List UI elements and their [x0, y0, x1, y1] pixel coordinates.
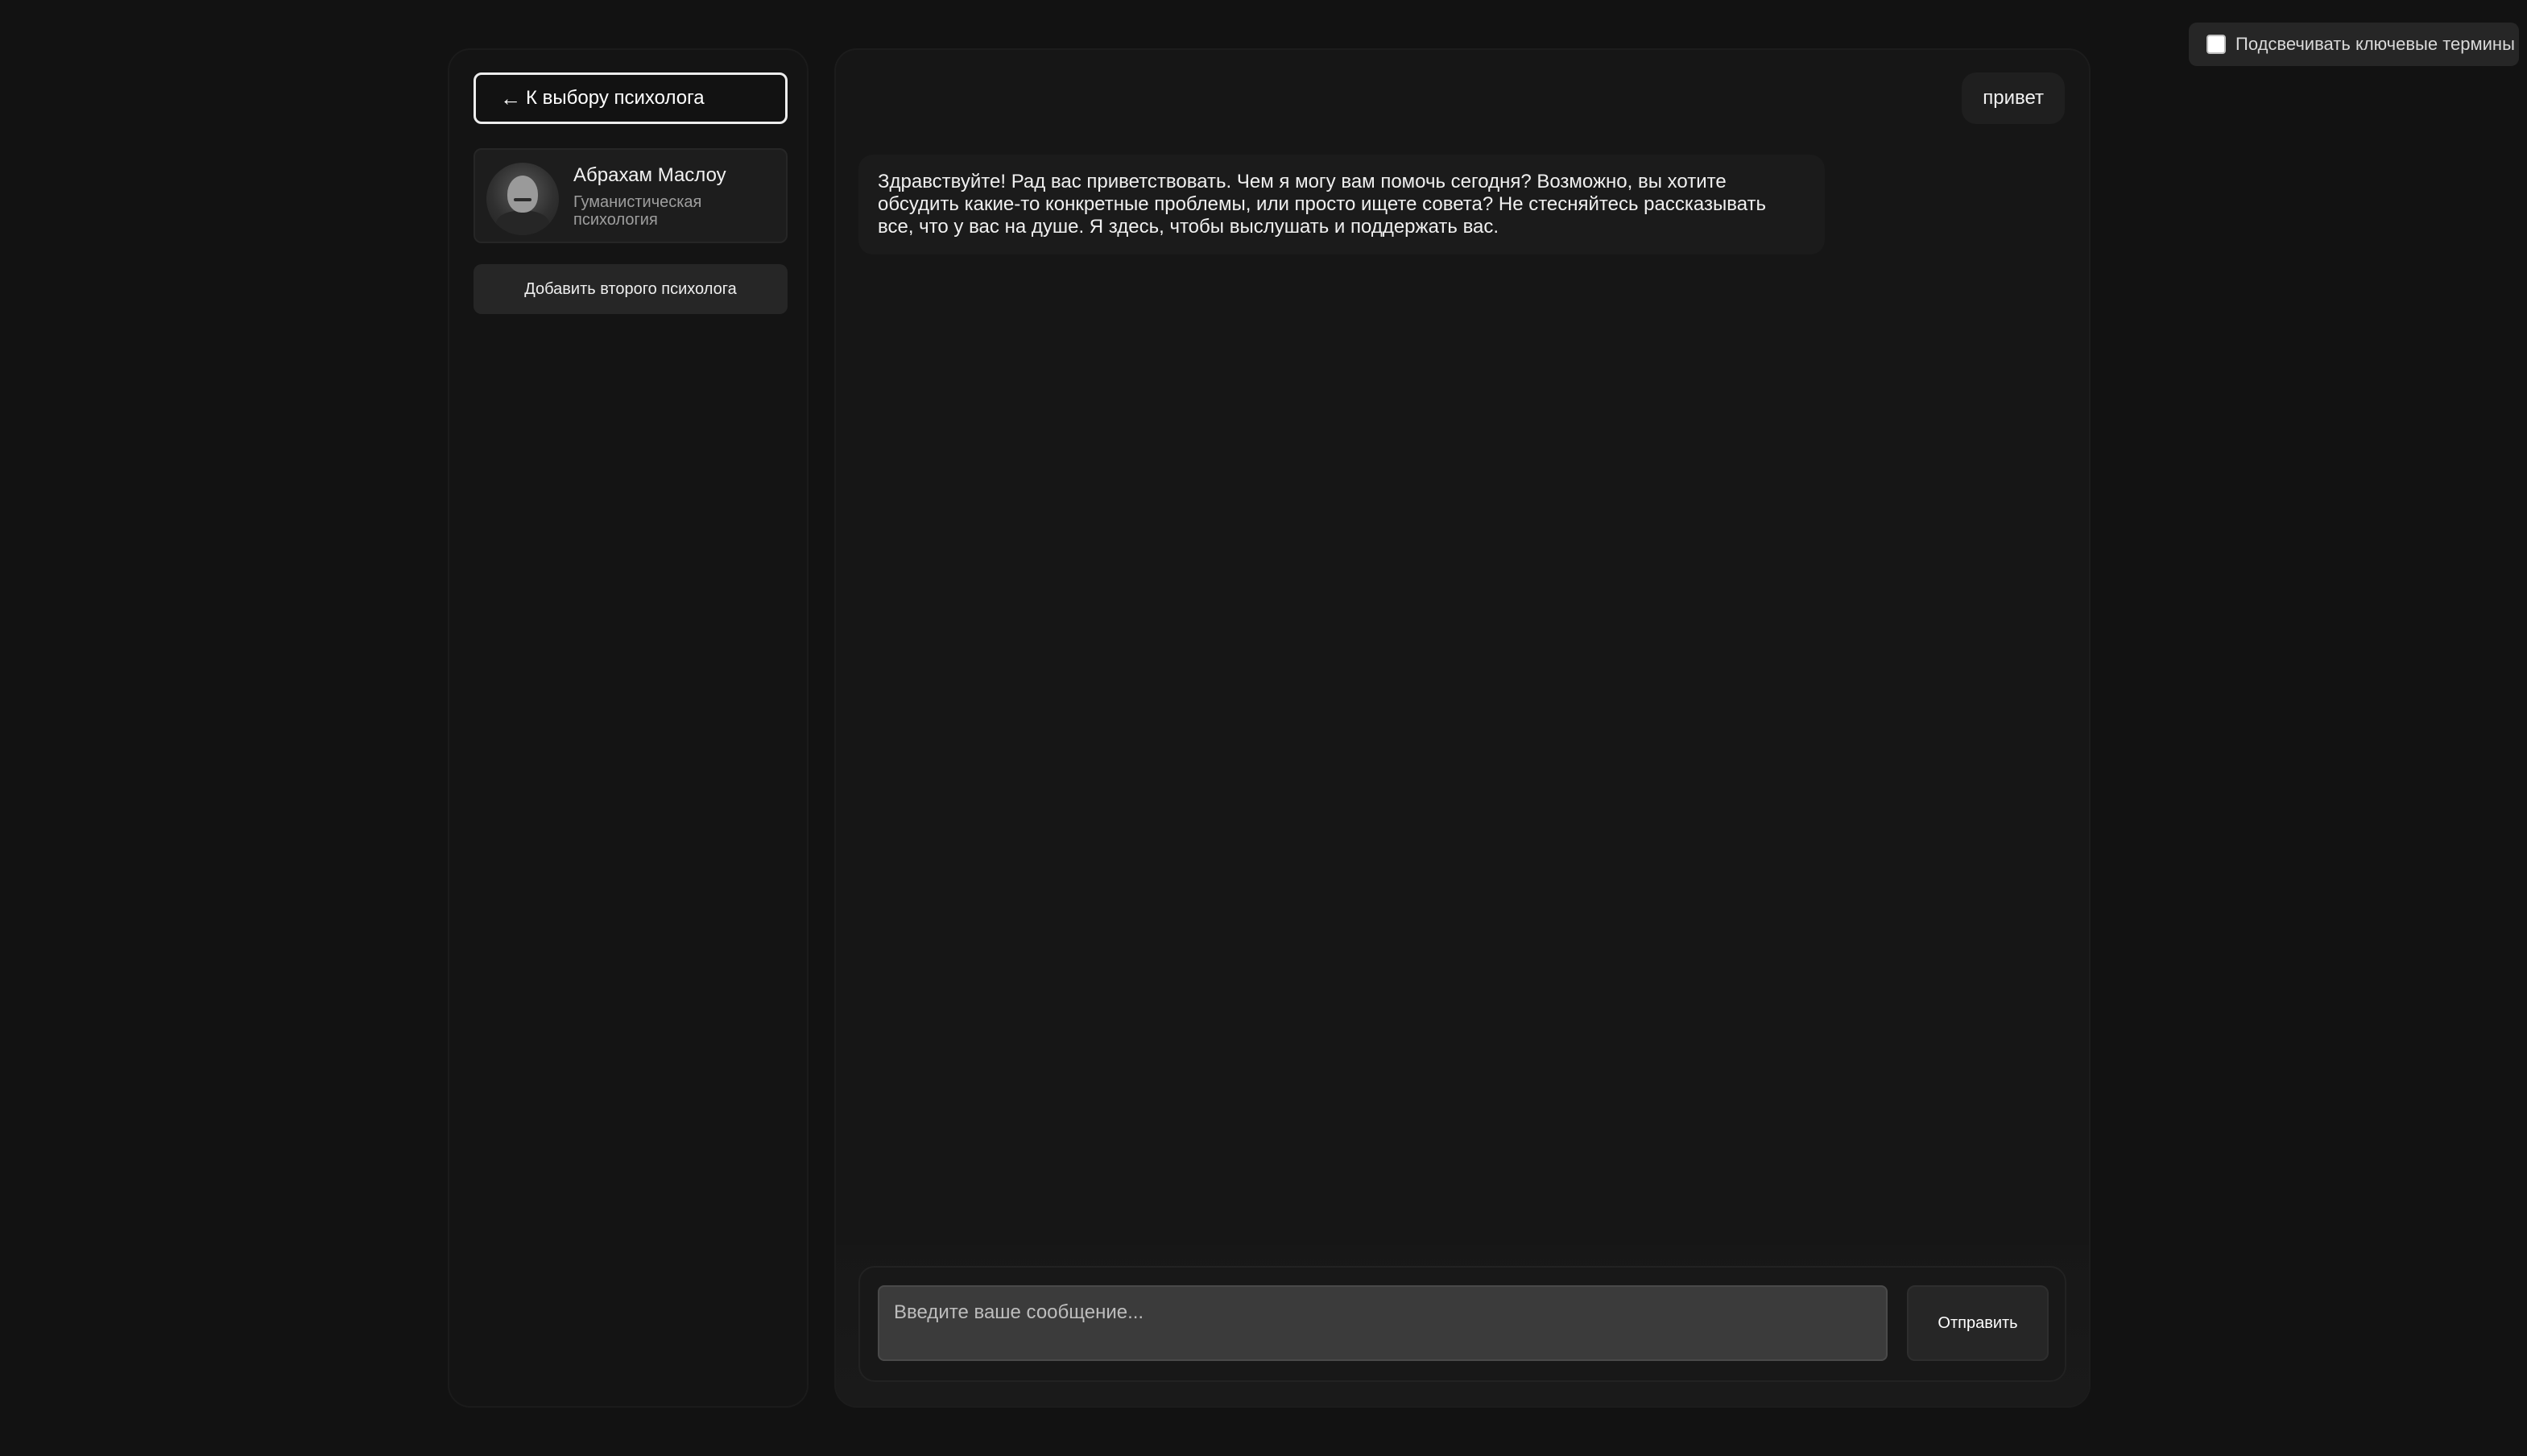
highlight-terms-checkbox[interactable]	[2206, 35, 2226, 54]
assistant-message: Здравствуйте! Рад вас приветствовать. Че…	[858, 155, 1825, 254]
highlight-terms-toggle[interactable]: Подсвечивать ключевые термины	[2189, 23, 2519, 66]
sidebar: ← К выбору психолога Абрахам Маслоу Гума…	[448, 48, 809, 1408]
add-second-psychologist-button[interactable]: Добавить второго психолога	[474, 264, 788, 314]
psychologist-school: Гуманистическая психология	[573, 193, 702, 229]
message-input[interactable]	[878, 1285, 1888, 1361]
back-button-label: К выбору психолога	[526, 87, 705, 109]
user-message: привет	[1962, 72, 2065, 124]
chat-panel: привет Здравствуйте! Рад вас приветствов…	[834, 48, 2091, 1408]
psychologist-card[interactable]: Абрахам Маслоу Гуманистическая психологи…	[474, 148, 788, 243]
psychologist-name: Абрахам Маслоу	[573, 164, 726, 186]
input-area: Отправить	[836, 1245, 2089, 1406]
send-button[interactable]: Отправить	[1907, 1285, 2049, 1361]
back-to-selection-button[interactable]: ← К выбору психолога	[474, 72, 788, 124]
avatar	[486, 163, 559, 235]
arrow-left-icon: ←	[500, 86, 521, 110]
highlight-terms-label: Подсвечивать ключевые термины	[2235, 34, 2515, 54]
composer: Отправить	[858, 1266, 2066, 1382]
